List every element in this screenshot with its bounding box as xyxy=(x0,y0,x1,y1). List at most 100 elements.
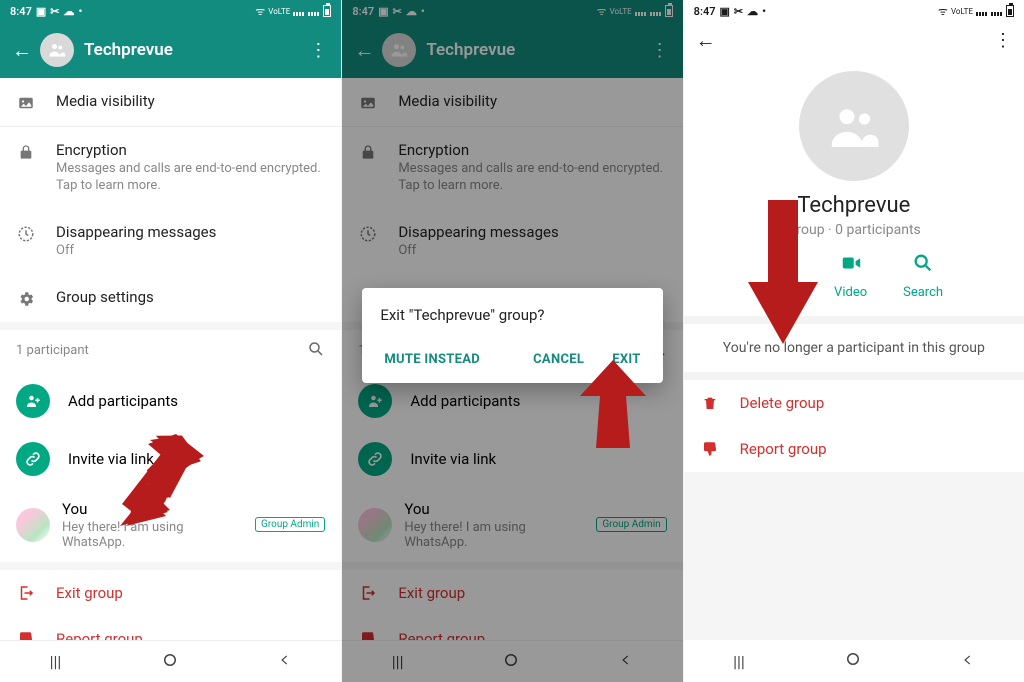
phone-icon xyxy=(770,252,792,279)
invite-link-label: Invite via link xyxy=(68,450,325,468)
media-visibility-label: Media visibility xyxy=(56,92,325,110)
participant-you-row[interactable]: You Hey there! I am using WhatsApp. Grou… xyxy=(0,488,341,562)
group-avatar-large[interactable] xyxy=(799,71,909,181)
disappearing-subtitle: Off xyxy=(56,243,325,260)
group-avatar-small[interactable] xyxy=(40,33,74,67)
timer-icon xyxy=(16,225,36,243)
group-info-screen: 8:47 ▣ ✂ ☁ • ᯤ VoLTE ← Techprevue ⋮ Medi… xyxy=(0,0,341,682)
status-cloud-icon: ☁ xyxy=(63,5,74,18)
status-image-icon: ▣ xyxy=(720,5,730,18)
status-time: 8:47 xyxy=(694,5,716,18)
participants-section-header: 1 participant xyxy=(0,330,341,372)
people-icon xyxy=(47,40,67,60)
add-participants-label: Add participants xyxy=(68,392,325,410)
nav-home-button[interactable] xyxy=(161,651,179,673)
group-name: Techprevue xyxy=(797,193,910,218)
encryption-row[interactable]: Encryption Messages and calls are end-to… xyxy=(0,127,341,209)
status-more-icon: • xyxy=(762,5,766,18)
search-label: Search xyxy=(903,285,943,300)
search-icon xyxy=(912,252,934,279)
group-header: Techprevue Group · 0 participants Audio … xyxy=(684,59,1024,316)
audio-label: Audio xyxy=(765,285,798,300)
nav-back-button[interactable] xyxy=(961,652,975,671)
status-image-icon: ▣ xyxy=(36,5,46,18)
nav-recents-button[interactable]: ||| xyxy=(50,652,62,671)
android-nav-bar: ||| xyxy=(0,640,341,682)
status-bar: 8:47 ▣ ✂ ☁ • ᯤ VoLTE xyxy=(684,0,1024,22)
settings-list: Media visibility Encryption Messages and… xyxy=(0,78,341,662)
status-time: 8:47 xyxy=(10,5,32,18)
status-screenshot-icon: ✂ xyxy=(734,5,743,18)
topbar: ← ⋮ xyxy=(684,22,1024,59)
more-menu-button[interactable]: ⋮ xyxy=(994,30,1012,51)
exit-group-dialog: Exit "Techprevue" group? MUTE INSTEAD CA… xyxy=(362,288,662,383)
group-settings-row[interactable]: Group settings xyxy=(0,274,341,322)
add-participants-row[interactable]: Add participants xyxy=(0,372,341,430)
status-signal-icon xyxy=(976,6,988,16)
delete-group-label: Delete group xyxy=(740,394,825,412)
android-nav-bar: ||| xyxy=(684,640,1024,682)
report-group-row[interactable]: Report group xyxy=(684,426,1024,472)
status-more-icon: • xyxy=(78,5,82,18)
dialog-title: Exit "Techprevue" group? xyxy=(380,306,644,324)
media-visibility-row[interactable]: Media visibility xyxy=(0,78,341,126)
image-icon xyxy=(16,94,36,112)
status-cloud-icon: ☁ xyxy=(747,5,758,18)
search-button[interactable]: Search xyxy=(903,252,943,300)
delete-group-row[interactable]: Delete group xyxy=(684,380,1024,426)
status-wifi-icon: ᯤ xyxy=(938,4,948,19)
exit-group-label: Exit group xyxy=(56,584,123,602)
status-bar: 8:47 ▣ ✂ ☁ • ᯤ VoLTE xyxy=(0,0,341,22)
user-avatar xyxy=(16,508,50,542)
status-battery-icon xyxy=(1006,5,1014,17)
thumbs-down-icon xyxy=(700,440,720,458)
exit-dialog-screen: 8:47 ▣ ✂ ☁ • ᯤ VoLTE ← Techprevue ⋮ Medi… xyxy=(341,0,682,682)
nav-recents-button[interactable]: ||| xyxy=(733,652,745,671)
invite-link-row[interactable]: Invite via link xyxy=(0,430,341,488)
disappearing-row[interactable]: Disappearing messages Off xyxy=(0,209,341,274)
participant-status: Hey there! I am using WhatsApp. xyxy=(62,520,243,550)
report-group-label: Report group xyxy=(740,440,827,458)
video-label: Video xyxy=(834,285,867,300)
status-signal-icon xyxy=(293,6,305,16)
video-call-button[interactable]: Video xyxy=(834,252,867,300)
mute-instead-button[interactable]: MUTE INSTEAD xyxy=(380,344,484,375)
disappearing-title: Disappearing messages xyxy=(56,223,325,241)
lock-icon xyxy=(16,143,36,161)
exit-button[interactable]: EXIT xyxy=(608,344,644,375)
nav-back-button[interactable] xyxy=(278,652,292,671)
cancel-button[interactable]: CANCEL xyxy=(529,344,588,375)
gear-icon xyxy=(16,290,36,308)
status-volte-icon: VoLTE xyxy=(951,7,973,16)
search-participants-button[interactable] xyxy=(307,340,325,362)
group-meta: Group · 0 participants xyxy=(787,222,921,238)
header-title[interactable]: Techprevue xyxy=(84,40,303,60)
back-button[interactable]: ← xyxy=(8,38,36,63)
participant-name: You xyxy=(62,500,243,518)
group-info-after-exit-screen: 8:47 ▣ ✂ ☁ • ᯤ VoLTE ← ⋮ Techprevue Grou… xyxy=(683,0,1024,682)
participants-count: 1 participant xyxy=(16,343,89,358)
more-menu-button[interactable]: ⋮ xyxy=(303,34,333,67)
add-person-icon xyxy=(16,384,50,418)
not-participant-notice: You're no longer a participant in this g… xyxy=(684,316,1024,380)
exit-group-row[interactable]: Exit group xyxy=(0,570,341,616)
status-signal-icon-2 xyxy=(308,6,320,16)
status-wifi-icon: ᯤ xyxy=(255,4,265,19)
trash-icon xyxy=(700,394,720,412)
action-row: Audio Video Search xyxy=(765,252,944,300)
people-icon xyxy=(826,98,882,154)
nav-home-button[interactable] xyxy=(844,650,862,672)
video-icon xyxy=(840,252,862,279)
encryption-subtitle: Messages and calls are end-to-end encryp… xyxy=(56,161,325,195)
exit-icon xyxy=(16,584,36,602)
status-signal-icon-2 xyxy=(991,6,1003,16)
header: ← Techprevue ⋮ xyxy=(0,22,341,78)
back-button[interactable]: ← xyxy=(696,28,716,53)
status-screenshot-icon: ✂ xyxy=(50,5,59,18)
encryption-title: Encryption xyxy=(56,141,325,159)
group-settings-label: Group settings xyxy=(56,288,325,306)
audio-call-button[interactable]: Audio xyxy=(765,252,798,300)
status-battery-icon xyxy=(323,5,331,17)
link-icon xyxy=(16,442,50,476)
group-admin-badge: Group Admin xyxy=(255,517,325,532)
